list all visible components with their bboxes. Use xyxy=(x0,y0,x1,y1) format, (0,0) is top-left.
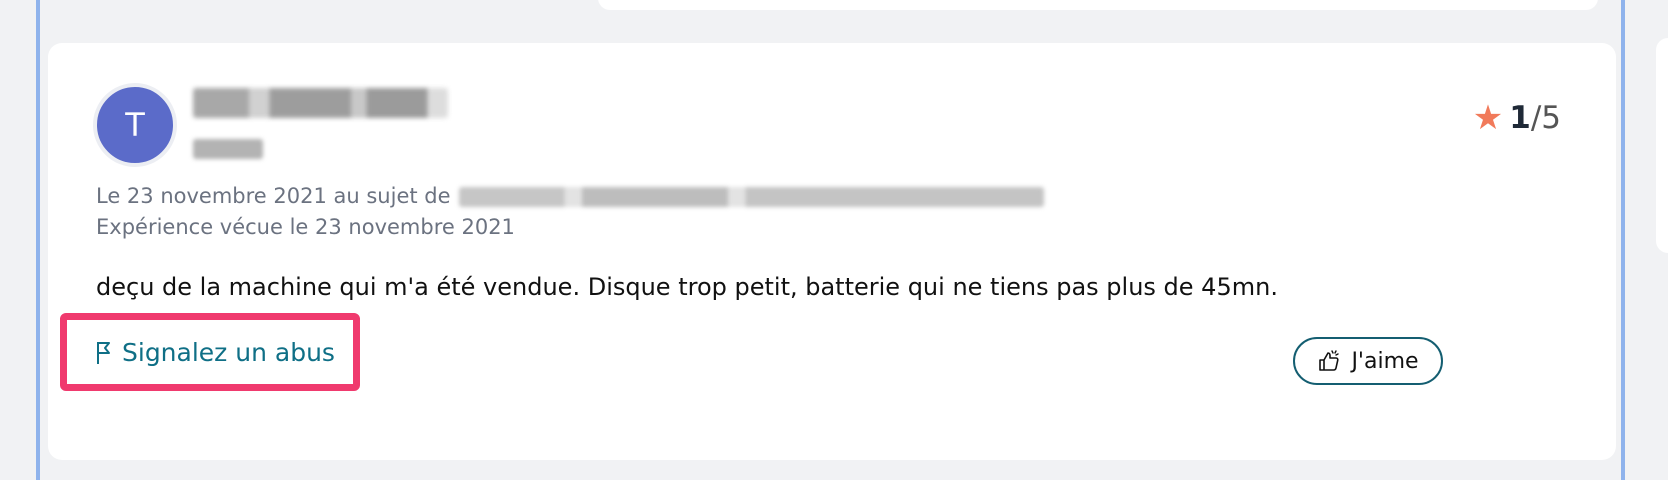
like-label: J'aime xyxy=(1351,348,1419,374)
thumbs-up-icon xyxy=(1319,350,1340,371)
sidebar-card xyxy=(1656,38,1668,253)
blurred-reviewer-name xyxy=(193,88,448,118)
review-card: T ★ 1/5 Le 23 novembre 2021 au sujet de … xyxy=(48,43,1616,460)
rating-value: 1 xyxy=(1509,100,1531,136)
frame-line-left xyxy=(36,0,40,480)
avatar: T xyxy=(93,83,177,167)
rating: ★ 1/5 xyxy=(1473,98,1561,138)
experience-date: Expérience vécue le 23 novembre 2021 xyxy=(96,215,515,239)
blurred-company-name xyxy=(458,186,1044,207)
like-button[interactable]: J'aime xyxy=(1293,337,1443,385)
frame-line-right xyxy=(1621,0,1625,480)
report-abuse-label: Signalez un abus xyxy=(122,338,335,367)
report-abuse-link[interactable]: Signalez un abus xyxy=(96,338,335,367)
review-meta: Le 23 novembre 2021 au sujet de Expérien… xyxy=(96,181,1044,243)
blurred-reviewer-subtitle xyxy=(193,139,263,159)
review-date: Le 23 novembre 2021 au sujet de xyxy=(96,184,451,208)
rating-total: /5 xyxy=(1530,100,1561,136)
star-icon: ★ xyxy=(1472,98,1504,138)
review-text: deçu de la machine qui m'a été vendue. D… xyxy=(96,273,1278,301)
previous-review-card xyxy=(598,0,1598,10)
flag-icon xyxy=(97,341,110,364)
